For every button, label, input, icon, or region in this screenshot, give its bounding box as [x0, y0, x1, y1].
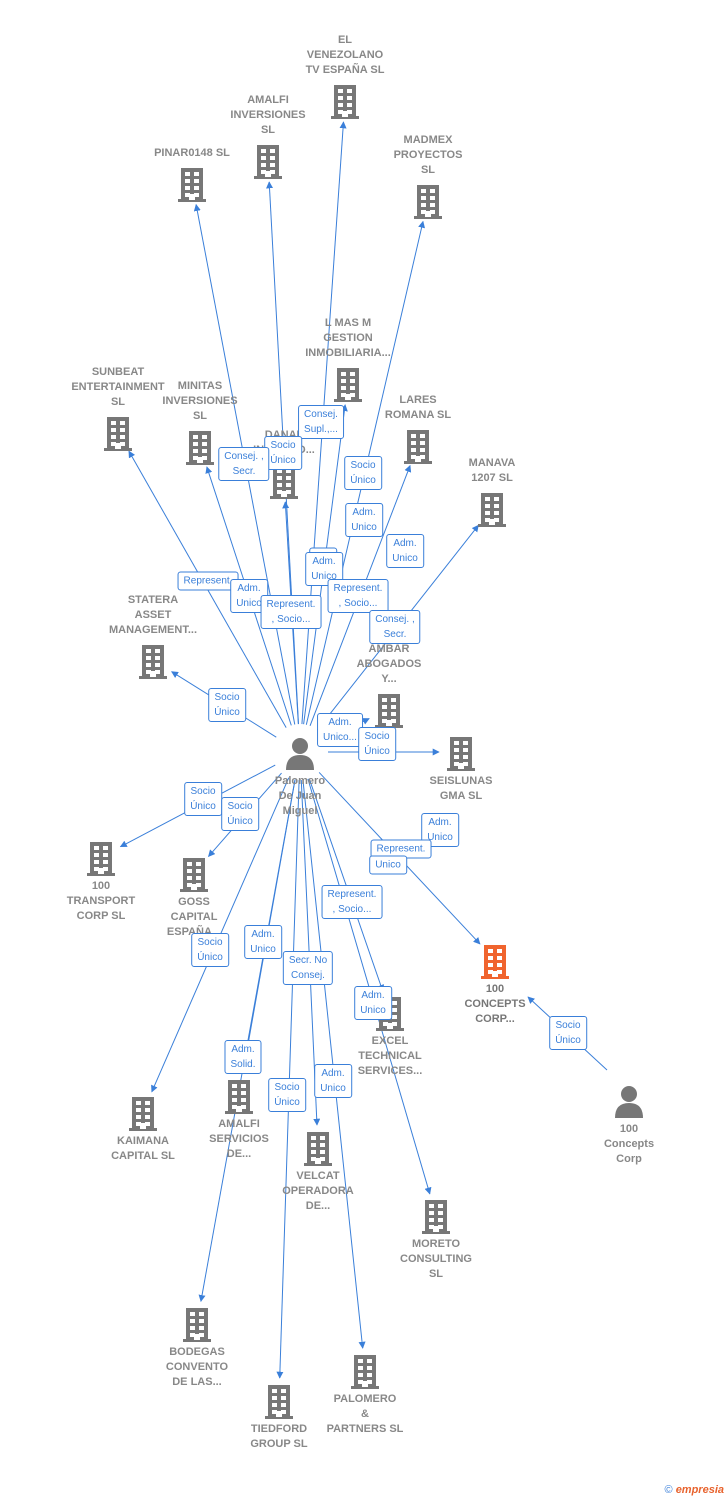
copyright: © empresia [664, 1484, 724, 1496]
building-icon [351, 1355, 379, 1389]
edge-role-label: Socio Único [184, 782, 222, 816]
building-icon [139, 645, 167, 679]
building-icon [178, 168, 206, 202]
building-icon [447, 737, 475, 771]
edge-role-label: Adm. Unico [345, 503, 383, 537]
building-icon [304, 1132, 332, 1166]
node-label: 100 Concepts Corp [603, 1123, 655, 1165]
edge-role-label: Represent. , Socio... [327, 579, 389, 613]
node-label: MORETO CONSULTING SL [400, 1238, 472, 1280]
node-label: MADMEX PROYECTOS SL [393, 134, 463, 176]
building-icon [183, 1308, 211, 1342]
building-icon [180, 858, 208, 892]
node-label: BODEGAS CONVENTO DE LAS... [165, 1346, 229, 1388]
node-label: AMALFI INVERSIONES SL [230, 94, 306, 136]
edge-role-label: Socio Único [221, 797, 259, 831]
building-icon [375, 694, 403, 728]
node-label: TIEDFORD GROUP SL [250, 1423, 308, 1450]
edge-role-label: Socio Único [344, 456, 382, 490]
edge-role-label: Adm. Unico [314, 1064, 352, 1098]
building-icon [481, 945, 509, 979]
node-label: L MAS M GESTION INMOBILIARIA... [305, 317, 391, 359]
edge-role-label: Represent. , Socio... [260, 595, 322, 629]
node-label: PINAR0148 SL [154, 147, 230, 159]
node-label: LARES ROMANA SL [384, 394, 452, 421]
building-icon [186, 431, 214, 465]
edge-role-label: Socio Único [549, 1016, 587, 1050]
building-icon [225, 1080, 253, 1114]
edge-role-label: Adm. Solid. [224, 1040, 262, 1074]
person-icon [286, 738, 314, 770]
building-icon [87, 842, 115, 876]
building-icon [422, 1200, 450, 1234]
node-label: MANAVA 1207 SL [468, 457, 516, 484]
node-label: AMBAR ABOGADOS Y... [356, 643, 422, 685]
edge-role-label: Socio Único [268, 1078, 306, 1112]
building-icon [265, 1385, 293, 1419]
edge-role-label: Adm. Unico [244, 925, 282, 959]
person-icon [615, 1086, 643, 1118]
edge-role-label: Adm. Unico... [317, 713, 363, 747]
edge-role-label: Consej. , Secr. [218, 447, 270, 481]
edge-role-label: Socio Único [358, 727, 396, 761]
building-icon [254, 145, 282, 179]
building-icon [104, 417, 132, 451]
node-label: 100 CONCEPTS CORP... [464, 983, 526, 1025]
node-label: VELCAT OPERADORA DE... [282, 1170, 354, 1212]
node-label: AMALFI SERVICIOS DE... [209, 1118, 269, 1160]
edge-role-label: Represent. , Socio... [321, 885, 383, 919]
edge-role-label: Consej. Supl.,... [298, 405, 344, 439]
edge-role-label: Unico [369, 855, 407, 875]
building-icon [331, 85, 359, 119]
edge-role-label: Consej. , Secr. [369, 610, 421, 644]
node-label: SEISLUNAS GMA SL [429, 775, 493, 802]
edge-role-label: Socio Único [191, 933, 229, 967]
building-icon [129, 1097, 157, 1131]
edge-role-label: Socio Único [264, 436, 302, 470]
node-label: MINITAS INVERSIONES SL [162, 380, 238, 422]
brand-logo: empresia [675, 1484, 724, 1496]
edge-role-label: Adm. Unico [386, 534, 424, 568]
edge-role-label: Socio Único [208, 688, 246, 722]
edge-role-label: Secr. No Consej. [282, 951, 334, 985]
node-label: STATERA ASSET MANAGEMENT... [109, 594, 197, 636]
building-icon [414, 185, 442, 219]
building-icon [478, 493, 506, 527]
edge-role-label: Adm. Unico [354, 986, 392, 1020]
building-icon [404, 430, 432, 464]
node-label: EL VENEZOLANO TV ESPAÑA SL [305, 34, 385, 76]
